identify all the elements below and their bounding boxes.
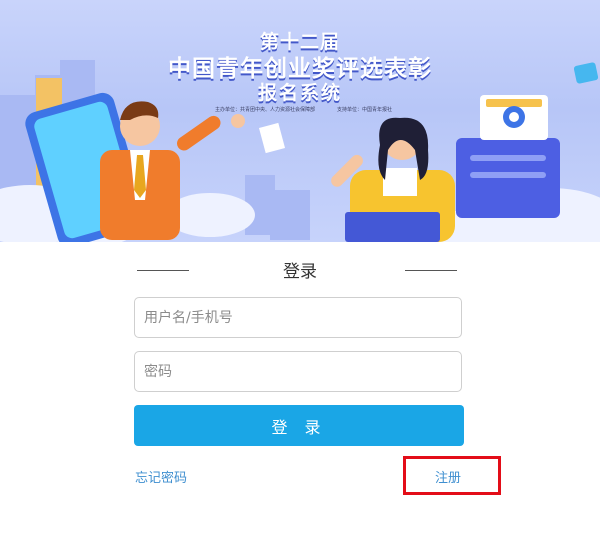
forgot-password-link[interactable]: 忘记密码 bbox=[135, 467, 187, 486]
username-input[interactable] bbox=[134, 297, 462, 338]
banner-system-name: 报名系统 bbox=[257, 82, 342, 104]
login-title: 登录 bbox=[283, 262, 317, 282]
printer-illustration bbox=[456, 95, 560, 218]
banner-supporter: 支持单位：中国青年报社 bbox=[337, 107, 393, 113]
banner-organizers: 主办单位：共青团中央、人力资源社会保障部 支持单位：中国青年报社 bbox=[215, 106, 545, 113]
login-button[interactable]: 登 录 bbox=[134, 405, 464, 446]
woman-illustration bbox=[331, 117, 455, 242]
password-input[interactable] bbox=[134, 351, 462, 392]
login-title-row: 登录 bbox=[0, 257, 600, 285]
title-divider-right bbox=[405, 270, 457, 271]
banner-organizer: 主办单位：共青团中央、人力资源社会保障部 bbox=[215, 107, 316, 113]
header-banner: 第十二届 中国青年创业奖评选表彰 报名系统 主办单位：共青团中央、人力资源社会保… bbox=[0, 0, 600, 242]
register-highlight-box bbox=[403, 456, 501, 495]
